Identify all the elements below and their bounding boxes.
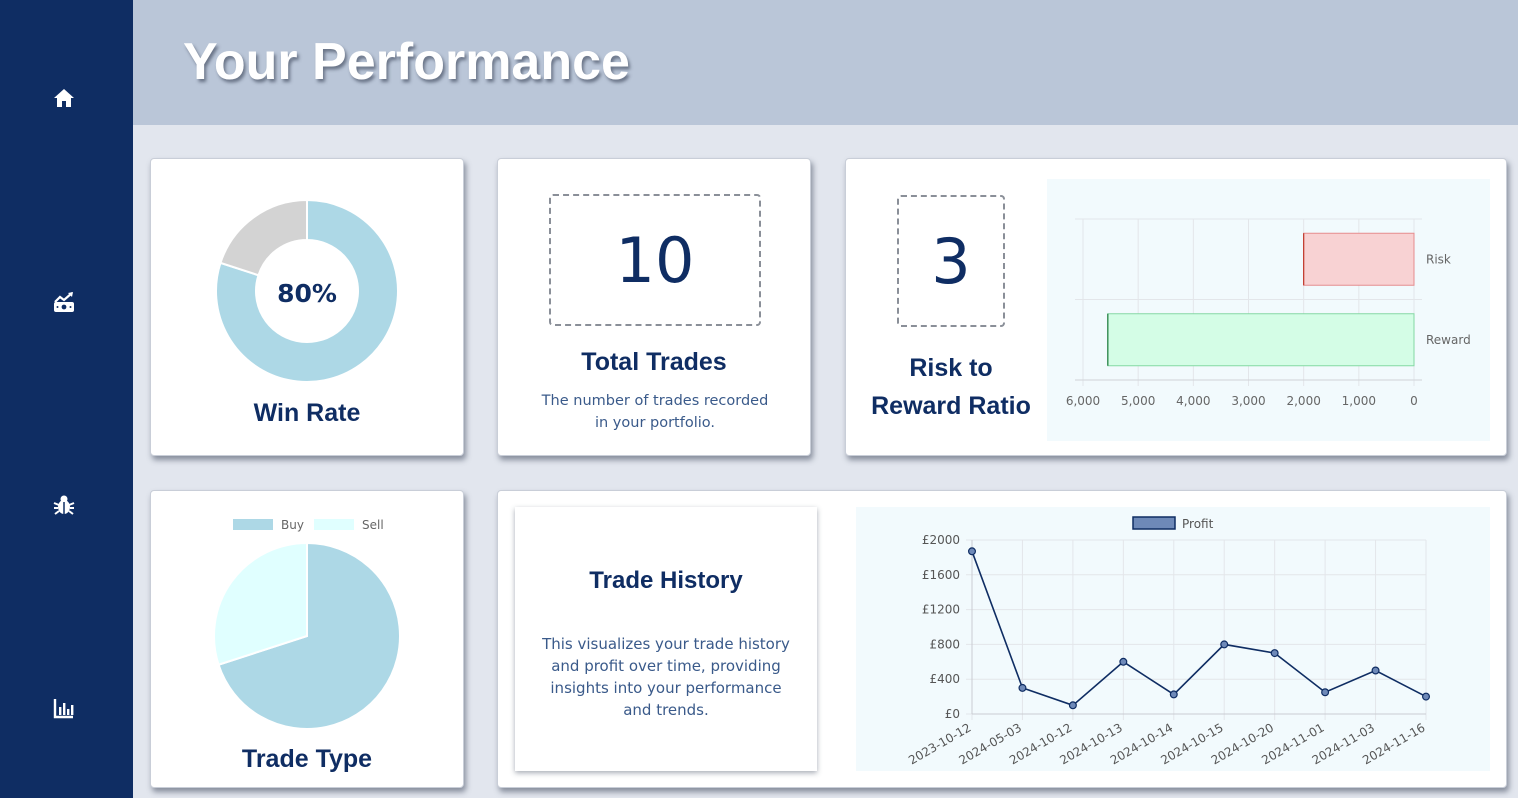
nav-trades-button[interactable] [50,288,78,316]
risk-reward-title-line1: Risk to [909,354,993,382]
profit-data-point [1270,649,1279,658]
risk-reward-bar-chart: 6,000 5,000 4,000 3,000 2,000 1,000 0 Risk Rewar… [1066,218,1471,408]
profit-data-point [1371,666,1380,675]
total-trades-card: 10 Total Trades The number of trades rec… [497,158,811,456]
profit-y-tick-label: £400 [929,672,960,686]
win-rate-slice-losses [219,198,308,277]
profit-line-chart: £0£400£800£1200£1600£20002023-10-122024-… [906,516,1430,767]
trade-type-title: Trade Type [241,745,373,773]
profit-data-point [1119,657,1128,666]
rr-tick-label: 1,000 [1342,394,1376,408]
rr-bar-risk [1303,232,1415,286]
profit-y-tick-label: £1200 [922,603,960,617]
nav-debug-button[interactable] [50,491,78,519]
profit-data-point [1421,692,1430,701]
trade-type-legend-swatch-buy [233,519,273,530]
analytics-icon [53,699,74,719]
total-trades-description: The number of trades recorded in your po… [541,393,769,431]
rr-tick-label: 6,000 [1066,394,1100,408]
profit-data-point [1169,690,1178,699]
rr-tick-label: 4,000 [1176,394,1210,408]
risk-reward-title-line2: Reward Ratio [871,392,1031,420]
nav-home-button[interactable] [50,84,78,112]
rr-tick-label: 2,000 [1286,394,1320,408]
profit-data-point [1220,640,1229,649]
trade-history-description: This visualizes your trade history and p… [542,635,790,719]
win-rate-title: Win Rate [253,399,361,427]
rr-category-label-reward: Reward [1426,333,1471,347]
profit-legend-label: Profit [1182,517,1214,531]
total-trades-title: Total Trades [581,348,727,376]
rr-tick-label: 3,000 [1231,394,1265,408]
rr-category-label-risk: Risk [1426,252,1451,266]
profit-data-point [1068,701,1077,710]
risk-reward-chart-panel: 6,000 5,000 4,000 3,000 2,000 1,000 0 Risk Rewar… [1047,179,1490,441]
trade-type-pie-chart: Buy Sell [213,518,401,730]
trade-history-title: Trade History [589,567,743,594]
nav-analytics-button[interactable] [50,694,78,722]
trade-type-card: Buy Sell Trade Type [150,490,464,788]
rr-bar-reward [1107,313,1415,367]
sidebar [0,0,133,798]
risk-reward-value: 3 [897,195,1005,327]
total-trades-value: 10 [549,194,761,326]
profit-data-point [967,547,976,556]
page-title: Your Performance [183,33,630,91]
win-rate-value: 80% [277,279,337,308]
profit-y-tick-label: £0 [945,707,960,721]
trades-icon [54,292,74,312]
trade-history-card: Trade History This visualizes your trade… [497,490,1507,788]
rr-tick-label: 0 [1410,394,1418,408]
trade-type-legend-label-buy: Buy [281,518,304,532]
profit-y-tick-label: £1600 [922,568,960,582]
rr-tick-label: 5,000 [1121,394,1155,408]
trade-type-legend-label-sell: Sell [362,518,384,532]
profit-data-point [1321,688,1330,697]
trade-history-info-panel: Trade History This visualizes your trade… [515,507,817,771]
risk-reward-title: Risk to Reward Ratio [846,349,1056,425]
trade-type-legend-swatch-sell [314,519,354,530]
profit-chart-panel: £0 £400 £800 £1200 £1600 £2000 2023-10-12 2024-… [856,507,1490,771]
bug-icon [53,495,75,515]
home-icon [54,89,74,107]
page-header: Your Performance [133,0,1518,125]
profit-legend-swatch [1132,516,1176,530]
profit-data-point [1018,683,1027,692]
profit-y-tick-label: £2000 [922,533,960,547]
risk-reward-card: 3 Risk to Reward Ratio 6,000 5,000 4,000 3,… [845,158,1507,456]
win-rate-card: 80% Win Rate [150,158,464,456]
profit-y-tick-label: £800 [929,637,960,651]
